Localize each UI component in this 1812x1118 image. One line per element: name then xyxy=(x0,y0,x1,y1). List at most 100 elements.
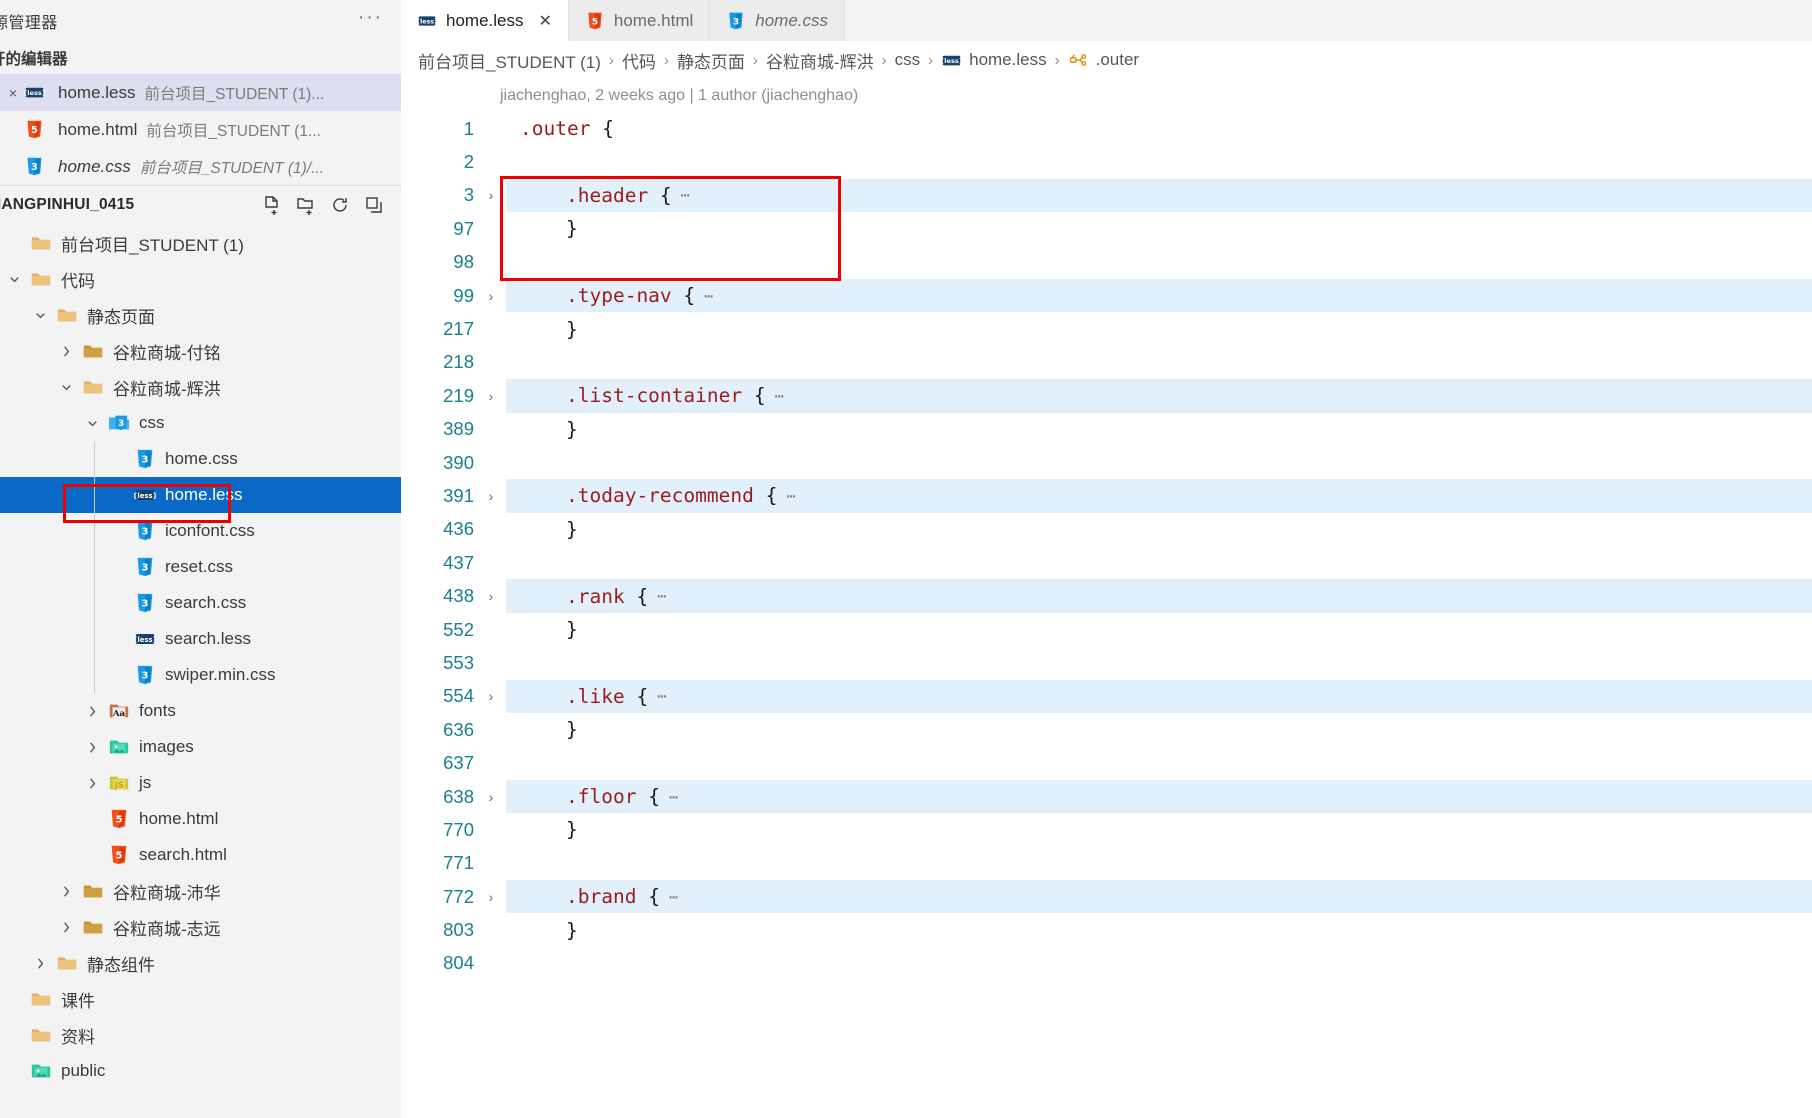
code-line[interactable]: 218 xyxy=(401,346,1812,379)
tab-home-html[interactable]: 5 home.html xyxy=(568,0,711,41)
tree-item-reset.css[interactable]: 3 reset.css xyxy=(0,549,401,585)
chevron-down-icon[interactable] xyxy=(78,416,106,431)
tree-item-js[interactable]: JS js xyxy=(0,765,401,801)
folded-code-ellipsis-icon[interactable]: ⋯ xyxy=(657,687,667,705)
code-editor[interactable]: 1 .outer {2 3 › .header {⋯ 97} 98 99 › .type-nav … xyxy=(401,112,1812,1118)
chevron-down-icon[interactable] xyxy=(26,308,54,323)
breadcrumb-item[interactable]: {less} home.less xyxy=(941,50,1046,71)
chevron-right-icon[interactable] xyxy=(52,344,80,359)
code-line[interactable]: 389} xyxy=(401,413,1812,446)
tree-item-search.css[interactable]: 3 search.css xyxy=(0,585,401,621)
code-line[interactable]: 436} xyxy=(401,513,1812,546)
tree-item-css[interactable]: 3 css xyxy=(0,405,401,441)
breadcrumb-item[interactable]: 静态页面 xyxy=(677,48,745,73)
chevron-right-icon[interactable] xyxy=(78,704,106,719)
folded-code-ellipsis-icon[interactable]: ⋯ xyxy=(775,387,785,405)
fold-chevron-icon[interactable]: › xyxy=(476,588,506,604)
breadcrumb-item[interactable]: .outer xyxy=(1068,50,1139,71)
refresh-icon[interactable] xyxy=(329,194,351,216)
code-line[interactable]: 2 xyxy=(401,145,1812,178)
code-line[interactable]: 552} xyxy=(401,613,1812,646)
tree-item-public[interactable]: public xyxy=(0,1053,401,1089)
breadcrumb-item[interactable]: css xyxy=(895,50,921,70)
tab-home-css[interactable]: 3 home.css xyxy=(710,0,846,41)
chevron-down-icon[interactable] xyxy=(52,380,80,395)
tree-item-静态页面[interactable]: 静态页面 xyxy=(0,297,401,333)
fold-chevron-icon[interactable]: › xyxy=(476,889,506,905)
tree-item-谷粒商城-志远[interactable]: 谷粒商城-志远 xyxy=(0,909,401,945)
code-line[interactable]: 217} xyxy=(401,312,1812,345)
tree-item-谷粒商城-付铭[interactable]: 谷粒商城-付铭 xyxy=(0,333,401,369)
code-line[interactable]: 390 xyxy=(401,446,1812,479)
code-line[interactable]: 771 xyxy=(401,847,1812,880)
fold-chevron-icon[interactable]: › xyxy=(476,187,506,203)
code-line[interactable]: 391 › .today-recommend {⋯ xyxy=(401,479,1812,513)
code-line[interactable]: 1 .outer { xyxy=(401,112,1812,145)
chevron-right-icon[interactable] xyxy=(52,884,80,899)
tree-item-课件[interactable]: 课件 xyxy=(0,981,401,1017)
tree-item-search.less[interactable]: {less} search.less xyxy=(0,621,401,657)
new-folder-icon[interactable] xyxy=(295,194,317,216)
tree-item-search.html[interactable]: 5 search.html xyxy=(0,837,401,873)
folded-code-ellipsis-icon[interactable]: ⋯ xyxy=(657,587,667,605)
tree-item-iconfont.css[interactable]: 3 iconfont.css xyxy=(0,513,401,549)
fold-chevron-icon[interactable]: › xyxy=(476,288,506,304)
open-editor-item[interactable]: ×{less} home.less 前台项目_STUDENT (1)... xyxy=(0,74,401,111)
code-line[interactable]: 804 xyxy=(401,947,1812,980)
code-line[interactable]: 99 › .type-nav {⋯ xyxy=(401,278,1812,313)
folded-code-ellipsis-icon[interactable]: ⋯ xyxy=(669,788,679,806)
fold-chevron-icon[interactable]: › xyxy=(476,688,506,704)
tree-item-谷粒商城-辉洪[interactable]: 谷粒商城-辉洪 xyxy=(0,369,401,405)
chevron-right-icon[interactable] xyxy=(26,956,54,971)
fold-chevron-icon[interactable]: › xyxy=(476,789,506,805)
open-editor-item[interactable]: 5 home.html 前台项目_STUDENT (1... xyxy=(0,111,401,148)
code-line[interactable]: 772 › .brand {⋯ xyxy=(401,879,1812,914)
tree-item-home.html[interactable]: 5 home.html xyxy=(0,801,401,837)
tree-item-fonts[interactable]: Aa fonts xyxy=(0,693,401,729)
code-line[interactable]: 98 xyxy=(401,246,1812,279)
breadcrumb-item[interactable]: 代码 xyxy=(622,48,656,73)
chevron-right-icon[interactable] xyxy=(78,740,106,755)
tree-item-home.less[interactable]: {less} home.less xyxy=(0,477,401,513)
open-editor-item[interactable]: 3 home.css 前台项目_STUDENT (1)/... xyxy=(0,148,401,185)
explorer-more-icon[interactable]: ··· xyxy=(358,8,383,29)
code-line[interactable]: 638 › .floor {⋯ xyxy=(401,779,1812,814)
tab-home-less[interactable]: {less} home.less ✕ xyxy=(401,0,569,41)
code-line[interactable]: 554 › .like {⋯ xyxy=(401,679,1812,714)
collapse-all-icon[interactable] xyxy=(363,194,385,216)
tree-item-静态组件[interactable]: 静态组件 xyxy=(0,945,401,981)
new-file-icon[interactable] xyxy=(261,194,283,216)
code-line[interactable]: 637 xyxy=(401,746,1812,779)
project-header[interactable]: HANGPINHUI_0415 xyxy=(0,185,401,223)
chevron-right-icon[interactable] xyxy=(52,920,80,935)
breadcrumb-item[interactable]: 前台项目_STUDENT (1) xyxy=(418,48,601,73)
tree-item-谷粒商城-沛华[interactable]: 谷粒商城-沛华 xyxy=(0,873,401,909)
close-editor-icon[interactable]: × xyxy=(2,85,24,101)
tree-item-前台项目_STUDENT (1)[interactable]: 前台项目_STUDENT (1) xyxy=(0,225,401,261)
tree-item-资料[interactable]: 资料 xyxy=(0,1017,401,1053)
code-line[interactable]: 438 › .rank {⋯ xyxy=(401,579,1812,613)
tree-item-home.css[interactable]: 3 home.css xyxy=(0,441,401,477)
code-line[interactable]: 553 xyxy=(401,646,1812,679)
code-line[interactable]: 3 › .header {⋯ xyxy=(401,178,1812,213)
open-editors-header[interactable]: 开的编辑器 xyxy=(0,41,401,74)
fold-chevron-icon[interactable]: › xyxy=(476,388,506,404)
breadcrumb-item[interactable]: 谷粒商城-辉洪 xyxy=(766,48,874,73)
tree-item-swiper.min.css[interactable]: 3 swiper.min.css xyxy=(0,657,401,693)
close-tab-icon[interactable]: ✕ xyxy=(538,11,551,31)
code-line[interactable]: 803} xyxy=(401,913,1812,946)
code-line[interactable]: 770} xyxy=(401,813,1812,846)
folded-code-ellipsis-icon[interactable]: ⋯ xyxy=(704,287,714,305)
tree-item-代码[interactable]: 代码 xyxy=(0,261,401,297)
fold-chevron-icon[interactable]: › xyxy=(476,488,506,504)
chevron-right-icon[interactable] xyxy=(78,776,106,791)
code-line[interactable]: 97} xyxy=(401,212,1812,245)
folded-code-ellipsis-icon[interactable]: ⋯ xyxy=(669,888,679,906)
code-line[interactable]: 219 › .list-container {⋯ xyxy=(401,379,1812,413)
folded-code-ellipsis-icon[interactable]: ⋯ xyxy=(681,186,691,204)
code-line[interactable]: 437 xyxy=(401,546,1812,579)
code-line[interactable]: 636} xyxy=(401,713,1812,746)
tree-item-images[interactable]: images xyxy=(0,729,401,765)
folded-code-ellipsis-icon[interactable]: ⋯ xyxy=(786,487,796,505)
chevron-down-icon[interactable] xyxy=(0,272,28,287)
